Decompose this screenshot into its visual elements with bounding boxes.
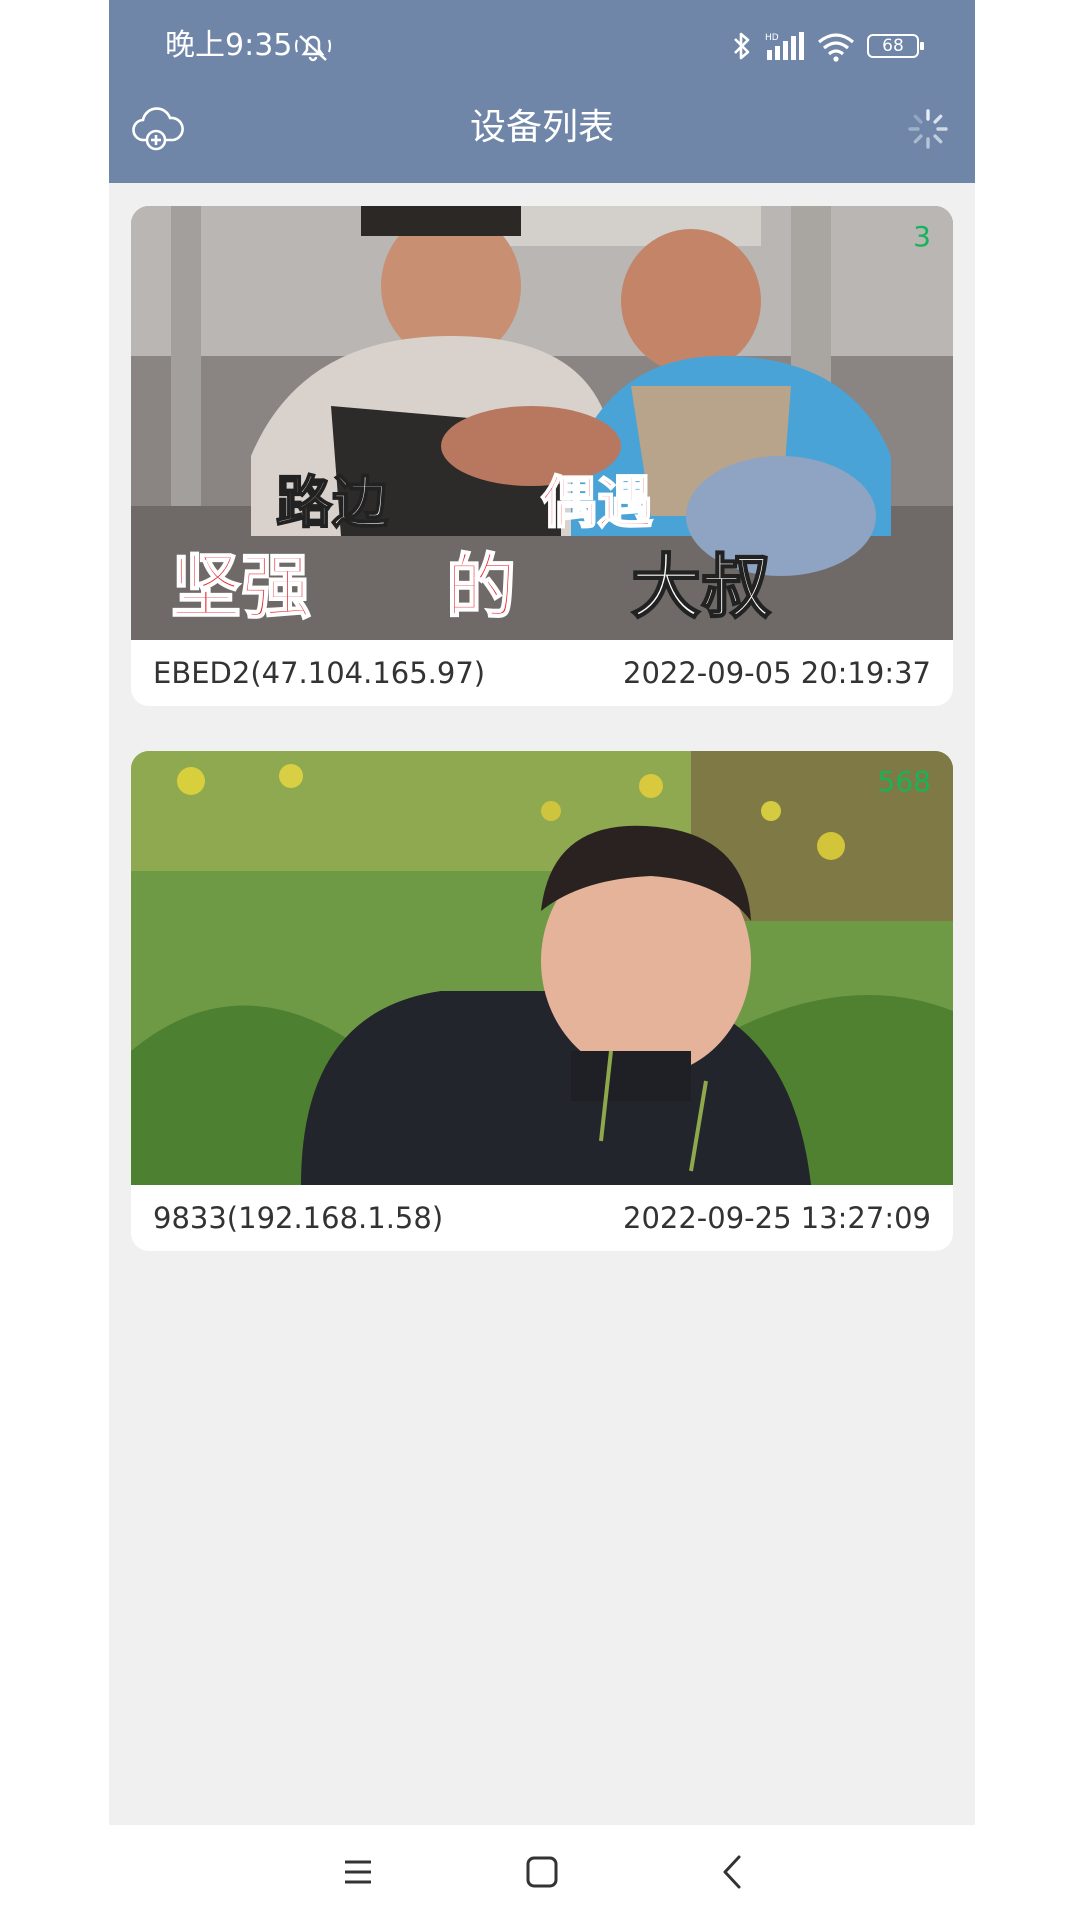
- app-screen: 晚上9:35 HD 68 设备列表 路边 偶遇 坚强 的 大叔 3 EBED2(…: [109, 0, 975, 1920]
- device-name: EBED2(47.104.165.97): [153, 656, 486, 690]
- device-card[interactable]: 568 9833(192.168.1.58) 2022-09-25 13:27:…: [131, 751, 953, 1251]
- device-card[interactable]: 路边 偶遇 坚强 的 大叔 3 EBED2(47.104.165.97) 202…: [131, 206, 953, 706]
- device-name: 9833(192.168.1.58): [153, 1201, 444, 1235]
- thumbnail-caption-2: 偶遇: [541, 471, 653, 536]
- status-icons: HD 68: [731, 26, 924, 66]
- svg-text:HD: HD: [765, 33, 779, 43]
- device-thumbnail[interactable]: 568: [131, 751, 953, 1185]
- thumbnail-image: 路边 偶遇 坚强 的 大叔: [131, 206, 953, 640]
- device-time: 2022-09-25 13:27:09: [623, 1201, 931, 1235]
- event-count: 568: [877, 765, 931, 798]
- bluetooth-icon: [734, 32, 750, 60]
- loading-spinner-icon[interactable]: [907, 108, 949, 150]
- menu-icon[interactable]: [333, 1847, 383, 1897]
- home-icon[interactable]: [517, 1847, 567, 1897]
- device-info: EBED2(47.104.165.97) 2022-09-05 20:19:37: [131, 640, 953, 706]
- thumbnail-caption-3: 坚强: [171, 546, 311, 628]
- thumbnail-caption-4: 的: [446, 546, 516, 628]
- status-time: 晚上9:35: [165, 28, 293, 63]
- hd-signal-icon: HD: [765, 32, 804, 60]
- mute-icon: [295, 35, 331, 62]
- battery-icon: 68: [867, 34, 924, 58]
- top-bar: 晚上9:35 HD 68 设备列表: [109, 0, 975, 183]
- page-title: 设备列表: [469, 107, 614, 148]
- back-icon[interactable]: [709, 1847, 759, 1897]
- thumbnail-caption-5: 大叔: [631, 546, 771, 628]
- wifi-icon: [817, 33, 855, 62]
- event-count: 3: [913, 220, 931, 253]
- thumbnail-image: [131, 751, 953, 1185]
- device-info: 9833(192.168.1.58) 2022-09-25 13:27:09: [131, 1185, 953, 1251]
- thumbnail-caption-1: 路边: [276, 471, 389, 536]
- system-nav-bar: [109, 1825, 975, 1920]
- device-thumbnail[interactable]: 路边 偶遇 坚强 的 大叔 3: [131, 206, 953, 640]
- device-time: 2022-09-05 20:19:37: [623, 656, 931, 690]
